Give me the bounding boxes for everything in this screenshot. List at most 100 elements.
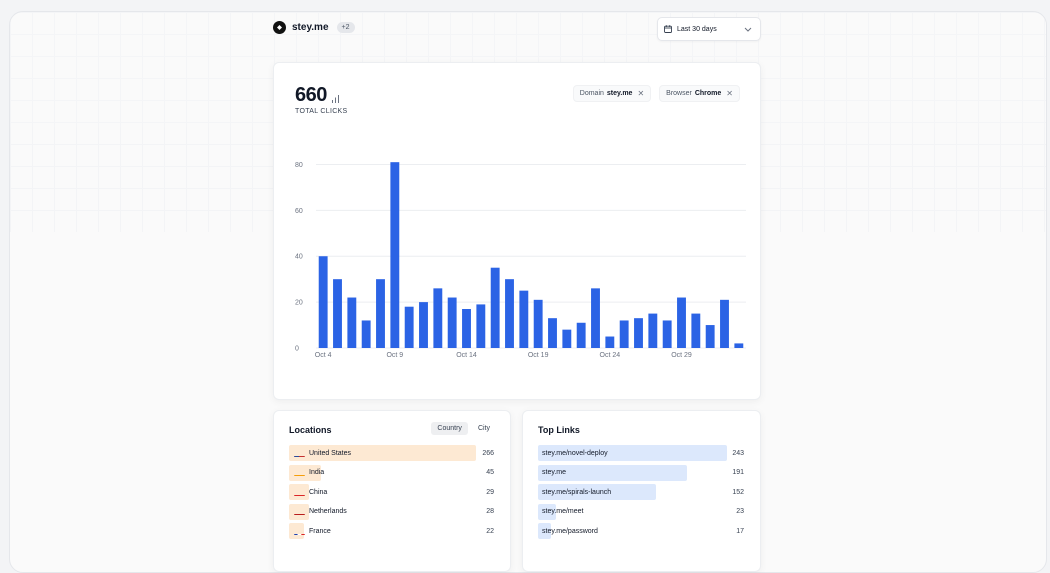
- chart-bar: [734, 343, 744, 348]
- location-row[interactable]: Netherlands 28: [289, 503, 496, 520]
- row-count: 22: [486, 527, 494, 535]
- chart-bar: [677, 297, 686, 348]
- brand[interactable]: stey.me +2: [273, 21, 355, 34]
- row-name: stey.me/meet: [542, 508, 584, 515]
- row-count: 191: [732, 469, 744, 476]
- row-count: 45: [486, 469, 494, 476]
- brand-logo-icon: [273, 21, 286, 34]
- chart-bar: [318, 256, 328, 348]
- row-name: stey.me/password: [542, 527, 598, 535]
- tab-city[interactable]: City: [472, 422, 496, 435]
- x-tick-label: Oct 4: [315, 352, 332, 359]
- y-tick-label: 80: [295, 162, 303, 169]
- chart-bar: [419, 302, 428, 348]
- link-row[interactable]: stey.me/meet 23: [538, 503, 746, 520]
- workspace-count-badge[interactable]: +2: [336, 22, 355, 33]
- top-links-title: Top Links: [538, 425, 580, 435]
- date-range-label: Last 30 days: [677, 25, 717, 33]
- locations-list: United States 266 India 45 China 29 Netherland…: [289, 445, 496, 543]
- chart-bar: [548, 318, 557, 348]
- x-tick-label: Oct 24: [600, 352, 621, 359]
- filter-key: Browser: [666, 90, 692, 97]
- close-icon[interactable]: ✕: [637, 89, 644, 98]
- chart-bar: [619, 320, 629, 348]
- chart-bar: [720, 299, 729, 348]
- x-tick-label: Oct 29: [671, 352, 692, 359]
- x-tick-label: Oct 19: [528, 352, 549, 359]
- chart-bar: [361, 320, 371, 348]
- row-count: 17: [736, 527, 744, 535]
- chart-bar: [605, 336, 615, 348]
- row-count: 243: [732, 449, 744, 457]
- chart-bar: [705, 325, 715, 348]
- y-tick-label: 20: [295, 300, 303, 307]
- chart-bar: [591, 288, 600, 348]
- locations-card: Locations Country City United States 266 I…: [273, 410, 511, 572]
- filter-domain[interactable]: Domain stey.me ✕: [572, 85, 652, 102]
- chart-bar: [462, 309, 471, 348]
- india-flag-icon: [294, 469, 305, 476]
- link-row[interactable]: stey.me/novel-deploy 243: [538, 445, 746, 461]
- filter-browser[interactable]: Browser Chrome ✕: [659, 85, 740, 102]
- row-name: United States: [309, 449, 352, 457]
- top-links-list: stey.me/novel-deploy 243 stey.me 191 stey.me…: [538, 445, 746, 543]
- chart-bar: [505, 279, 514, 348]
- chart-bar: [447, 297, 457, 348]
- top-links-card: Top Links stey.me/novel-deploy 243 stey.me…: [522, 410, 761, 572]
- france-flag-icon: [294, 528, 305, 535]
- chart-bar: [333, 279, 342, 348]
- link-row[interactable]: stey.me/password 17: [538, 523, 746, 539]
- filter-key: Domain: [579, 90, 604, 97]
- row-count: 29: [486, 488, 494, 496]
- location-row[interactable]: United States 266: [289, 445, 496, 461]
- row-name: India: [309, 469, 325, 476]
- locations-tabs: Country City: [431, 422, 496, 435]
- row-count: 28: [486, 508, 494, 515]
- locations-title: Locations: [289, 425, 332, 435]
- clicks-card: 660 TOTAL CLICKS Domain stey.me ✕ Browse…: [273, 62, 761, 400]
- chart-bar: [376, 279, 385, 348]
- chevron-down-icon: [744, 27, 752, 32]
- chart-bar: [476, 304, 486, 348]
- y-tick-label: 40: [295, 254, 303, 261]
- date-range-select[interactable]: Last 30 days: [657, 17, 761, 41]
- chart-bar: [634, 318, 643, 348]
- chart-bar: [390, 162, 400, 348]
- chart-bar: [490, 267, 500, 348]
- filter-value: Chrome: [694, 90, 722, 97]
- chart-bar: [662, 320, 672, 348]
- chart-bar: [347, 297, 357, 348]
- location-row[interactable]: China 29: [289, 484, 496, 500]
- chart-bar: [519, 290, 529, 348]
- location-row[interactable]: France 22: [289, 523, 496, 539]
- link-row[interactable]: stey.me/spirals-launch 152: [538, 484, 746, 500]
- top-bar: stey.me +2 Last 30 days: [273, 17, 761, 50]
- filter-value: stey.me: [606, 90, 633, 97]
- chart-bar: [404, 306, 414, 348]
- y-tick-label: 0: [295, 346, 299, 353]
- total-clicks: 660: [295, 84, 340, 107]
- netherlands-flag-icon: [294, 508, 305, 515]
- close-icon[interactable]: ✕: [726, 89, 733, 98]
- clicks-bar-chart: 0 20 40 60 80 Oct 4 Oct 9 Oct 14 Oct 19 Oct 24 Oct…: [295, 162, 746, 359]
- x-tick-label: Oct 9: [386, 352, 403, 359]
- link-row[interactable]: stey.me 191: [538, 464, 746, 481]
- row-name: stey.me/novel-deploy: [542, 449, 608, 457]
- row-name: stey.me/spirals-launch: [542, 488, 612, 496]
- tab-country[interactable]: Country: [431, 422, 468, 435]
- x-tick-label: Oct 14: [456, 352, 477, 359]
- chart-bar: [433, 288, 443, 348]
- chart-bar: [691, 313, 701, 348]
- row-name: China: [309, 488, 328, 496]
- filter-list: Domain stey.me ✕ Browser Chrome ✕: [572, 85, 740, 102]
- row-name: Netherlands: [309, 508, 347, 515]
- row-count: 23: [736, 508, 744, 515]
- row-count: 266: [482, 449, 494, 457]
- row-name: stey.me: [542, 469, 566, 476]
- us-flag-icon: [294, 450, 305, 457]
- y-tick-label: 60: [295, 208, 303, 215]
- bar-chart-icon: [331, 94, 340, 103]
- location-row[interactable]: India 45: [289, 464, 496, 481]
- row-name: France: [309, 527, 331, 535]
- chart-bar: [576, 322, 586, 348]
